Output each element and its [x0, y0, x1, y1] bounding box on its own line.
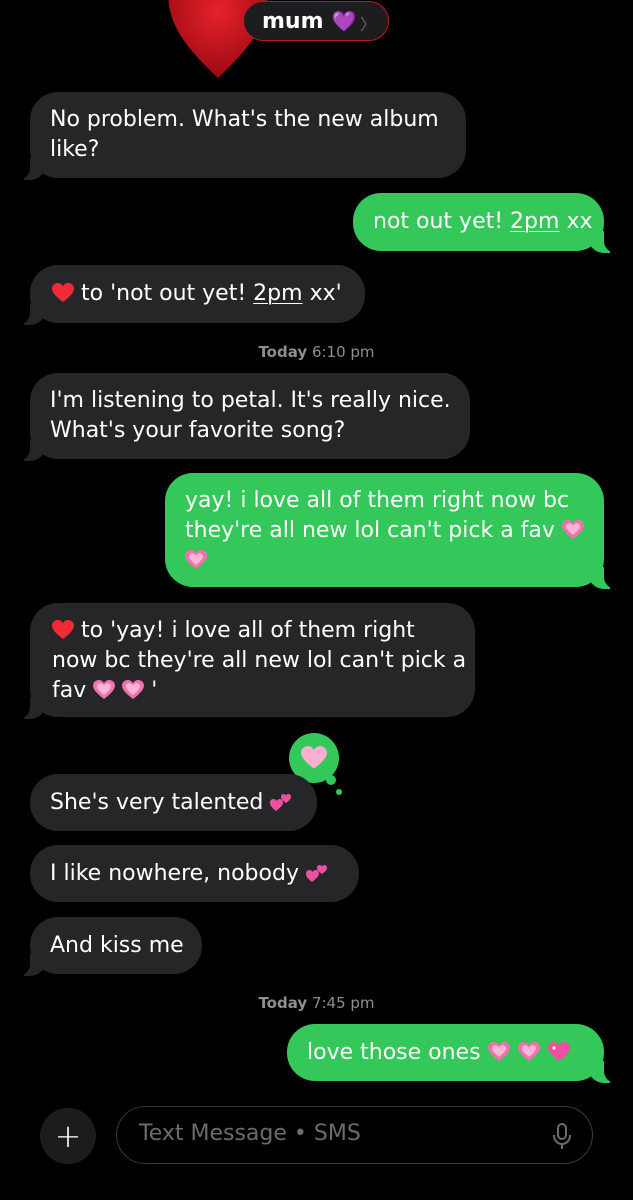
- message-text: fav: [52, 678, 87, 703]
- growing-heart-icon: [93, 680, 116, 699]
- two-hearts-icon: [305, 865, 327, 882]
- contact-name-pill[interactable]: mum 💜 〉: [243, 1, 389, 41]
- growing-heart-icon: [122, 680, 145, 699]
- message-text: they're all new lol can't pick a fav: [185, 518, 555, 543]
- time-link[interactable]: 2pm: [253, 281, 302, 306]
- contact-name: mum: [262, 8, 324, 34]
- message-text: like?: [50, 137, 100, 162]
- two-hearts-icon: [270, 794, 292, 811]
- message-text: not out yet!: [373, 209, 511, 234]
- message-text: ': [151, 678, 158, 703]
- timestamp: Today 6:10 pm: [0, 343, 633, 361]
- message-text: love those ones: [307, 1040, 481, 1065]
- message-text: yay! i love all of them right now bc: [185, 488, 570, 513]
- message-text: What's your favorite song?: [50, 418, 346, 443]
- chevron-right-icon: 〉: [359, 15, 376, 34]
- timestamp-time: 6:10 pm: [311, 343, 375, 361]
- message-text: No problem. What's the new album: [50, 107, 439, 132]
- received-reaction-message[interactable]: to 'not out yet! 2pm xx': [16, 265, 365, 325]
- received-message[interactable]: She's very talented: [30, 774, 317, 831]
- sparkling-heart-icon: [547, 1042, 570, 1061]
- received-reaction-message[interactable]: to 'yay! i love all of them right now bc…: [16, 603, 475, 719]
- received-message[interactable]: I like nowhere, nobody: [30, 845, 359, 902]
- growing-heart-icon: [561, 520, 584, 539]
- timestamp: Today 7:45 pm: [0, 994, 633, 1012]
- red-heart-icon: [52, 283, 74, 302]
- message-text: And kiss me: [50, 933, 184, 958]
- tapback-dot: [326, 775, 336, 785]
- pink-heart-icon: [301, 746, 327, 769]
- message-input-placeholder: Text Message • SMS: [139, 1121, 361, 1146]
- message-input[interactable]: Text Message • SMS: [116, 1106, 593, 1164]
- red-heart-icon: [52, 620, 74, 639]
- add-attachment-button[interactable]: +: [40, 1108, 96, 1164]
- sent-message[interactable]: yay! i love all of them right now bc the…: [165, 473, 618, 589]
- growing-heart-icon: [487, 1042, 510, 1061]
- received-message[interactable]: I'm listening to petal. It's really nice…: [16, 373, 470, 461]
- message-text: now bc they're all new lol can't pick a: [52, 648, 467, 673]
- time-link[interactable]: 2pm: [510, 209, 559, 234]
- message-text: xx': [302, 281, 342, 306]
- purple-heart-icon: 💜: [331, 9, 357, 33]
- message-text: to 'not out yet!: [74, 281, 254, 306]
- growing-heart-icon: [517, 1042, 540, 1061]
- timestamp-day: Today: [258, 994, 308, 1012]
- plus-icon: +: [54, 1117, 82, 1155]
- message-text: to 'yay! i love all of them right: [74, 618, 415, 643]
- sent-message[interactable]: not out yet! 2pm xx: [353, 193, 618, 253]
- message-text: She's very talented: [50, 790, 264, 815]
- message-text: I'm listening to petal. It's really nice…: [50, 388, 451, 413]
- tapback-dot: [336, 789, 342, 795]
- growing-heart-icon: [185, 550, 207, 569]
- sent-message[interactable]: love those ones: [287, 1024, 618, 1083]
- received-message[interactable]: No problem. What's the new album like?: [16, 92, 466, 180]
- received-message[interactable]: And kiss me: [16, 917, 202, 976]
- timestamp-day: Today: [258, 343, 308, 361]
- timestamp-time: 7:45 pm: [311, 994, 375, 1012]
- message-text: I like nowhere, nobody: [50, 861, 299, 886]
- message-text: xx: [559, 209, 593, 234]
- microphone-icon[interactable]: [552, 1122, 572, 1150]
